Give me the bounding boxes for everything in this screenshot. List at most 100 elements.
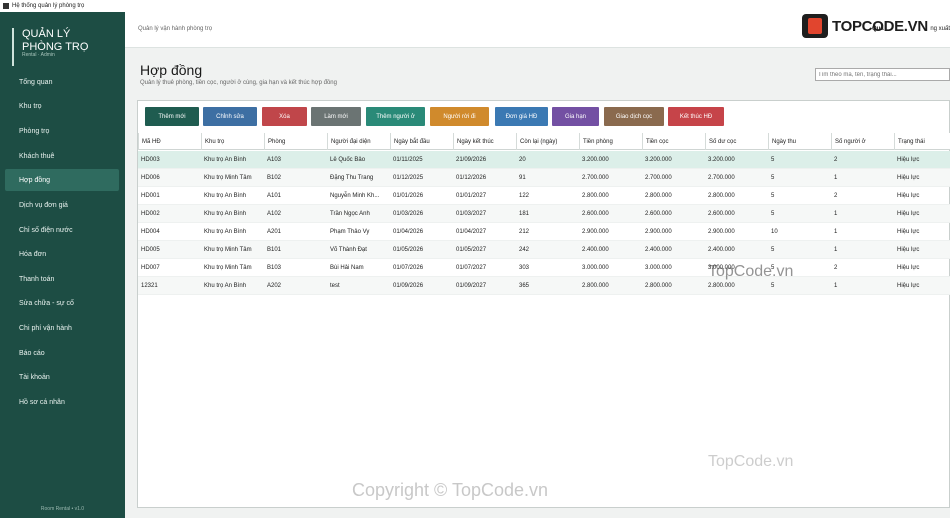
table-row[interactable]: HD005 Khu trọ Minh Tâm B101 Võ Thành Đạt 01/… bbox=[138, 241, 950, 259]
table-cell: 365 bbox=[519, 283, 530, 289]
table-cell: 242 bbox=[519, 247, 530, 253]
table-cell: 01/09/2027 bbox=[456, 283, 487, 289]
column-header[interactable]: Còn lại (ngày) bbox=[516, 133, 579, 150]
table-cell: Đặng Thu Trang bbox=[330, 175, 374, 181]
toolbar-button[interactable]: Thêm người ở bbox=[366, 107, 425, 126]
toolbar-button[interactable]: Thêm mới bbox=[145, 107, 199, 126]
table-cell: 01/07/2026 bbox=[393, 265, 424, 271]
table-cell: 2.700.000 bbox=[708, 175, 735, 181]
toolbar-button[interactable]: Giao dịch cọc bbox=[604, 107, 664, 126]
table-cell: Khu trọ An Bình bbox=[204, 193, 247, 199]
column-header[interactable]: Người đại diện bbox=[327, 133, 390, 150]
app-window: Hệ thống quản lý phòng trọ QUẢN LÝ PHÒNG… bbox=[0, 0, 950, 518]
column-header[interactable]: Số người ở bbox=[831, 133, 894, 150]
table-cell: Khu trọ An Bình bbox=[204, 211, 247, 217]
sidebar-item[interactable]: Dịch vụ đơn giá bbox=[5, 194, 119, 216]
table-cell: 2.700.000 bbox=[645, 175, 672, 181]
sidebar-item[interactable]: Hợp đồng bbox=[5, 169, 119, 191]
watermark-copyright: Copyright © TopCode.vn bbox=[352, 480, 549, 500]
column-header[interactable]: Trạng thái bbox=[894, 133, 950, 150]
table-cell: 2.800.000 bbox=[582, 283, 609, 289]
table-cell: 181 bbox=[519, 211, 530, 217]
table-cell: A101 bbox=[267, 193, 282, 199]
page-header: Hợp đồng Quản lý thuê phòng, tiền cọc, n… bbox=[140, 62, 337, 86]
app-icon bbox=[3, 3, 9, 9]
column-header[interactable]: Phòng bbox=[264, 133, 327, 150]
table-row[interactable]: 12321 Khu trọ An Bình A202 test 01/09/2026 01… bbox=[138, 277, 950, 295]
sidebar-item[interactable]: Phòng trọ bbox=[5, 120, 119, 142]
table-cell: Khu trọ An Bình bbox=[204, 157, 247, 163]
watermark-lower: TopCode.vn bbox=[708, 453, 794, 470]
table-cell: 01/11/2025 bbox=[393, 157, 423, 163]
table-cell: Nguyễn Minh Kh... bbox=[330, 193, 380, 199]
table-cell: Khu trọ Minh Tâm bbox=[204, 175, 252, 181]
table-cell: 2.900.000 bbox=[708, 229, 735, 235]
table-row[interactable]: HD001 Khu trọ An Bình A101 Nguyễn Minh Kh..… bbox=[138, 187, 950, 205]
table-cell: 01/09/2026 bbox=[393, 283, 424, 289]
sidebar: QUẢN LÝ PHÒNG TRỌ Rental · Admin Tổng qu… bbox=[0, 12, 125, 518]
table-cell: 2.700.000 bbox=[582, 175, 609, 181]
table-cell: Bùi Hải Nam bbox=[330, 265, 364, 271]
toolbar-button[interactable]: Làm mới bbox=[311, 107, 361, 126]
table-row[interactable]: HD006 Khu trọ Minh Tâm B102 Đặng Thu Trang 0… bbox=[138, 169, 950, 187]
table-cell: HD005 bbox=[141, 247, 160, 253]
column-header[interactable]: Mã HĐ bbox=[138, 133, 201, 150]
sidebar-item[interactable]: Khu trọ bbox=[5, 95, 119, 117]
sidebar-item[interactable]: Báo cáo bbox=[5, 342, 119, 364]
table-cell: 5 bbox=[771, 175, 775, 181]
table-cell: 5 bbox=[771, 247, 775, 253]
table-cell: A201 bbox=[267, 229, 282, 235]
sidebar-item[interactable]: Sửa chữa - sự cố bbox=[5, 292, 119, 314]
sidebar-item[interactable]: Tổng quan bbox=[5, 71, 119, 93]
table-cell: Hiệu lực bbox=[897, 283, 920, 289]
table-cell: 5 bbox=[771, 157, 775, 163]
logout-link[interactable]: ng xuất bbox=[930, 26, 950, 32]
table-cell: 5 bbox=[771, 193, 775, 199]
table-row[interactable]: HD004 Khu trọ An Bình A201 Phạm Thảo Vy 01/0… bbox=[138, 223, 950, 241]
search-input[interactable] bbox=[815, 68, 950, 81]
table-cell: 3.200.000 bbox=[645, 157, 672, 163]
column-header[interactable]: Ngày thu bbox=[768, 133, 831, 150]
toolbar-button[interactable]: Gia hạn bbox=[552, 107, 599, 126]
column-header[interactable]: Khu trọ bbox=[201, 133, 264, 150]
table-cell: Hiệu lực bbox=[897, 157, 920, 163]
toolbar-button[interactable]: Chỉnh sửa bbox=[203, 107, 257, 126]
table-cell: 3.200.000 bbox=[708, 157, 735, 163]
column-header[interactable]: Ngày bắt đầu bbox=[390, 133, 453, 150]
toolbar-button[interactable]: Đơn giá HĐ bbox=[495, 107, 548, 126]
table-cell: A103 bbox=[267, 157, 282, 163]
column-header[interactable]: Tiền phòng bbox=[579, 133, 642, 150]
logo-text: TOPCODE.VN bbox=[832, 17, 928, 35]
toolbar-button[interactable]: Người rời đi bbox=[430, 107, 489, 126]
table-cell: Hiệu lực bbox=[897, 265, 920, 271]
table-cell: HD003 bbox=[141, 157, 160, 163]
toolbar-button[interactable]: Kết thúc HĐ bbox=[668, 107, 724, 126]
window-title: Hệ thống quản lý phòng trọ bbox=[12, 3, 85, 9]
table-row[interactable]: HD003 Khu trọ An Bình A103 Lê Quốc Bảo 01/11… bbox=[138, 151, 950, 169]
table-row[interactable]: HD007 Khu trọ Minh Tâm B103 Bùi Hải Nam 01/0… bbox=[138, 259, 950, 277]
table-cell: 20 bbox=[519, 157, 526, 163]
sidebar-item[interactable]: Chi phí vận hành bbox=[5, 317, 119, 339]
sidebar-item[interactable]: Chỉ số điện nước bbox=[5, 219, 119, 241]
table-cell: 2.800.000 bbox=[645, 193, 672, 199]
toolbar-button[interactable]: Xóa bbox=[262, 107, 307, 126]
table-cell: B103 bbox=[267, 265, 282, 271]
column-header[interactable]: Ngày kết thúc bbox=[453, 133, 516, 150]
table-row[interactable]: HD002 Khu trọ An Bình A102 Trần Ngọc Anh 01/… bbox=[138, 205, 950, 223]
table-cell: 2 bbox=[834, 193, 838, 199]
column-header[interactable]: Số dư cọc bbox=[705, 133, 768, 150]
table-cell: Phạm Thảo Vy bbox=[330, 229, 370, 235]
column-header[interactable]: Tiền cọc bbox=[642, 133, 705, 150]
table-cell: Khu trọ An Bình bbox=[204, 229, 247, 235]
table-cell: 5 bbox=[771, 211, 775, 217]
sidebar-item[interactable]: Hồ sơ cá nhân bbox=[5, 391, 119, 413]
sidebar-item[interactable]: Khách thuê bbox=[5, 145, 119, 167]
table-cell: 01/01/2027 bbox=[456, 193, 487, 199]
table-cell: B102 bbox=[267, 175, 282, 181]
sidebar-item[interactable]: Thanh toán bbox=[5, 268, 119, 290]
table-cell: 212 bbox=[519, 229, 530, 235]
sidebar-item[interactable]: Tài khoản bbox=[5, 366, 119, 388]
sidebar-item[interactable]: Hóa đơn bbox=[5, 243, 119, 265]
page-description: Quản lý thuê phòng, tiền cọc, người ở cù… bbox=[140, 80, 337, 86]
table-cell: Hiệu lực bbox=[897, 229, 920, 235]
